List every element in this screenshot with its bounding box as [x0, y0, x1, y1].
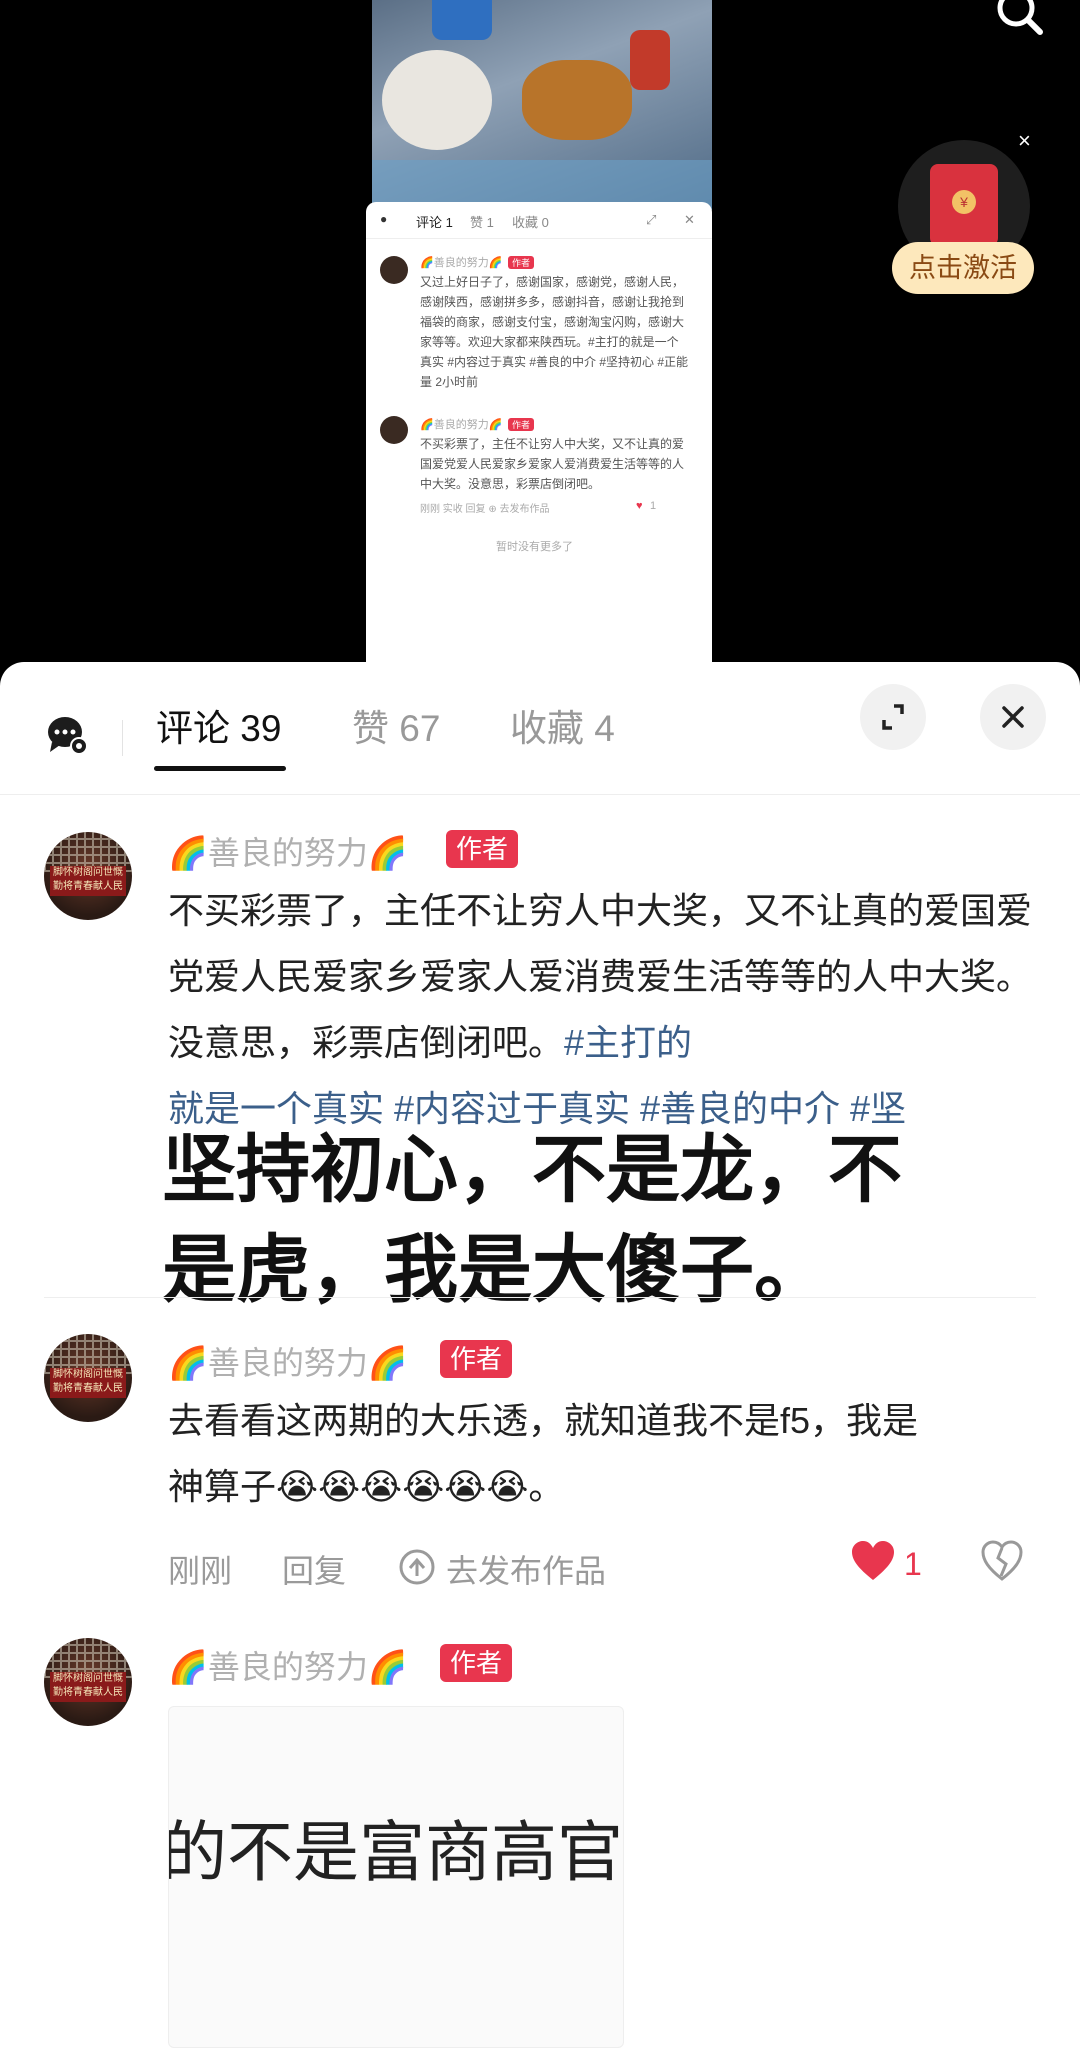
- mini-tab-favs: 收藏 0: [512, 215, 549, 230]
- expand-button[interactable]: [860, 684, 926, 750]
- tab-likes[interactable]: 赞 67: [352, 698, 440, 752]
- sheet-header: 评论 39 赞 67 收藏 4: [0, 662, 1080, 795]
- comment-author-name[interactable]: 🌈善良的努力🌈: [168, 1338, 408, 1384]
- dislike-icon[interactable]: [980, 1540, 1024, 1582]
- author-tag: 作者: [446, 830, 519, 868]
- mini-tab-comments: 评论 1: [416, 215, 453, 230]
- upload-icon[interactable]: [398, 1548, 436, 1586]
- mini-author-tag: 作者: [508, 418, 535, 431]
- mini-bubble-icon: ●: [380, 212, 388, 226]
- video-thumbnail: [372, 0, 712, 210]
- mini-comment1-name: 🌈善良的努力🌈: [420, 257, 503, 269]
- comment-image-text: 的不是富商高官: [168, 1814, 623, 1891]
- like-count: 1: [904, 1546, 922, 1582]
- mini-avatar: [380, 256, 408, 284]
- avatar[interactable]: 脚怀树阁问世慨 勤将青春献人民: [44, 1638, 132, 1726]
- comment-text: 去看看这两期的大乐透，就知道我不是f5，我是 神算子😭😭😭😭😭😭。: [168, 1388, 1048, 1520]
- avatar[interactable]: 脚怀树阁问世慨 勤将青春献人民: [44, 1334, 132, 1422]
- comment-author-name[interactable]: 🌈善良的努力🌈: [168, 1642, 408, 1688]
- expand-icon: [882, 704, 904, 730]
- active-tab-indicator: [154, 766, 286, 771]
- overlay-line-2: 是虎，我是大傻子。: [162, 1227, 828, 1313]
- mini-close-icon: ✕: [684, 212, 695, 227]
- comment-body-line-2: 神算子😭😭😭😭😭😭。: [168, 1466, 565, 1507]
- comment-text: 不买彩票了，主任不让穷人中大奖，又不让真的爱国爱党爱人民爱家乡爱家人爱消费爱生活…: [168, 878, 1048, 1142]
- comment-author-name[interactable]: 🌈善良的努力🌈: [168, 828, 408, 874]
- mini-tab-likes: 赞 1: [470, 215, 494, 230]
- mini-comment2-name: 🌈善良的努力🌈: [420, 419, 503, 431]
- mini-comment2-meta: 刚刚 实收 回复 ⊕ 去发布作品: [420, 504, 550, 515]
- publish-work-link[interactable]: 去发布作品: [446, 1546, 606, 1592]
- tab-comments[interactable]: 评论 39: [156, 698, 281, 752]
- activate-button[interactable]: 点击激活: [892, 242, 1034, 294]
- author-tag: 作者: [440, 1644, 513, 1682]
- mini-avatar: [380, 416, 408, 444]
- mini-tabs: ● 评论 1 赞 1 收藏 0 ⤢ ✕: [366, 202, 712, 239]
- avatar-banner: 脚怀树阁问世慨 勤将青春献人民: [50, 1672, 126, 1702]
- mini-like-count: 1: [650, 500, 657, 512]
- heart-icon[interactable]: [850, 1540, 896, 1582]
- mini-comment1-text: 又过上好日子了，感谢国家，感谢党，感谢人民，感谢陕西，感谢拼多多，感谢抖音，感谢…: [420, 275, 689, 389]
- mini-comment-panel: ● 评论 1 赞 1 收藏 0 ⤢ ✕ 🌈善良的努力🌈 作者 又过上好日子了，感…: [366, 202, 712, 680]
- overlay-line-1: 坚持初心，不是龙，不: [162, 1127, 902, 1213]
- mini-comment2-text: 不买彩票了，主任不让穷人中大奖，又不让真的爱国爱党爱人民爱家乡爱家人爱消费爱生活…: [420, 437, 685, 491]
- mini-footer: 暂时没有更多了: [496, 541, 573, 553]
- author-tag: 作者: [440, 1340, 513, 1378]
- avatar-banner: 脚怀树阁问世慨 勤将青春献人民: [50, 1368, 126, 1398]
- comment-bubble-icon[interactable]: [46, 714, 88, 756]
- comment-image[interactable]: 的不是富商高官: [168, 1706, 624, 2048]
- hashtag-link[interactable]: #主打的: [564, 1022, 692, 1063]
- mini-heart-icon: ♥: [636, 500, 643, 512]
- search-icon[interactable]: [984, 0, 1044, 40]
- close-icon: [1002, 706, 1024, 728]
- header-divider: [122, 720, 123, 756]
- avatar-banner: 脚怀树阁问世慨 勤将青春献人民: [50, 866, 126, 896]
- close-button[interactable]: [980, 684, 1046, 750]
- mini-author-tag: 作者: [508, 256, 535, 269]
- overlay-caption: 坚持初心，不是龙，不 是虎，我是大傻子。: [162, 1120, 1022, 1320]
- comment-time: 刚刚: [168, 1553, 233, 1589]
- reply-button[interactable]: 回复: [282, 1546, 346, 1592]
- envelope-seal: ¥: [952, 190, 976, 214]
- promo-close-icon[interactable]: ×: [1018, 128, 1031, 154]
- tab-favorites[interactable]: 收藏 4: [510, 698, 615, 752]
- comment-body-line-1: 去看看这两期的大乐透，就知道我不是f5，我是: [168, 1400, 919, 1441]
- comment-divider: [44, 1297, 1036, 1298]
- mini-expand-icon: ⤢: [646, 212, 657, 227]
- avatar[interactable]: 脚怀树阁问世慨 勤将青春献人民: [44, 832, 132, 920]
